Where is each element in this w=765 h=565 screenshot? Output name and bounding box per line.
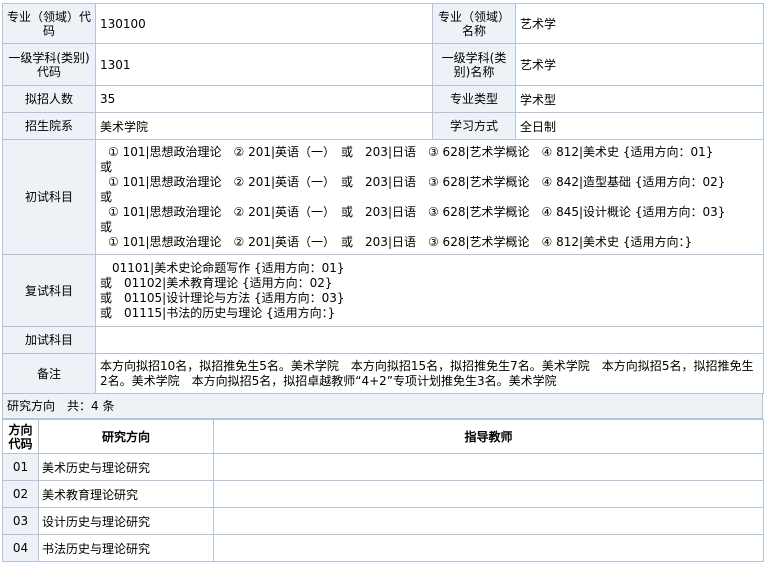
header-direction: 研究方向 xyxy=(38,419,214,454)
direction-advisor xyxy=(213,480,764,508)
direction-code: 04 xyxy=(2,534,39,562)
retest-option: 或 01102|美术教育理论 {适用方向：02} xyxy=(100,275,333,290)
initial-exam-subjects: ① 101|思想政治理论 ② 201|英语（一） 或 203|日语 ③ 628|… xyxy=(95,139,764,255)
direction-name: 书法历史与理论研究 xyxy=(38,534,214,562)
direction-advisor xyxy=(213,507,764,535)
major-info-table: 专业（领域）代码 130100 专业（领域）名称 艺术学 一级学科(类别)代码 … xyxy=(2,3,764,394)
enrollment-label: 拟招人数 xyxy=(2,85,96,113)
table-row: 03 设计历史与理论研究 xyxy=(2,507,764,535)
initial-exam-option: ① 101|思想政治理论 ② 201|英语（一） 或 203|日语 ③ 628|… xyxy=(108,234,693,249)
initial-exam-label: 初试科目 xyxy=(2,139,96,255)
major-code-label: 专业（领域）代码 xyxy=(2,3,96,44)
discipline-code-value: 1301 xyxy=(95,43,433,86)
table-row: 02 美术教育理论研究 xyxy=(2,480,764,508)
initial-exam-option: ① 101|思想政治理论 ② 201|英语（一） 或 203|日语 ③ 628|… xyxy=(108,174,726,189)
extra-exam-value xyxy=(95,326,764,354)
row-retest: 复试科目 01101|美术史论命题写作 {适用方向：01} 或 01102|美术… xyxy=(2,254,764,327)
type-label: 专业类型 xyxy=(432,85,516,113)
discipline-name-label: 一级学科(类别)名称 xyxy=(432,43,516,86)
research-direction-title: 研究方向 共：4 条 xyxy=(2,393,763,419)
direction-name: 设计历史与理论研究 xyxy=(38,507,214,535)
extra-exam-label: 加试科目 xyxy=(2,326,96,354)
initial-exam-option: ① 101|思想政治理论 ② 201|英语（一） 或 203|日语 ③ 628|… xyxy=(108,204,726,219)
mode-label: 学习方式 xyxy=(432,112,516,140)
direction-code: 01 xyxy=(2,453,39,481)
retest-subjects: 01101|美术史论命题写作 {适用方向：01} 或 01102|美术教育理论 … xyxy=(95,254,764,327)
row-extra: 加试科目 xyxy=(2,326,764,354)
or-separator: 或 xyxy=(100,219,113,234)
discipline-name-value: 艺术学 xyxy=(515,43,764,86)
direction-name: 美术教育理论研究 xyxy=(38,480,214,508)
initial-exam-option: ① 101|思想政治理论 ② 201|英语（一） 或 203|日语 ③ 628|… xyxy=(108,144,714,159)
research-header-row: 方向代码 研究方向 指导教师 xyxy=(2,419,764,454)
row-college: 招生院系 美术学院 学习方式 全日制 xyxy=(2,112,764,140)
table-row: 04 书法历史与理论研究 xyxy=(2,534,764,562)
row-remarks: 备注 本方向拟招10名，拟招推免生5名。美术学院 本方向拟招15名，拟招推免生7… xyxy=(2,353,764,394)
row-enrollment: 拟招人数 35 专业类型 学术型 xyxy=(2,85,764,113)
header-advisor: 指导教师 xyxy=(213,419,764,454)
direction-code: 02 xyxy=(2,480,39,508)
row-initial-exam: 初试科目 ① 101|思想政治理论 ② 201|英语（一） 或 203|日语 ③… xyxy=(2,139,764,255)
type-value: 学术型 xyxy=(515,85,764,113)
retest-label: 复试科目 xyxy=(2,254,96,327)
major-code-value: 130100 xyxy=(95,3,433,44)
or-separator: 或 xyxy=(100,189,113,204)
discipline-code-label: 一级学科(类别)代码 xyxy=(2,43,96,86)
mode-value: 全日制 xyxy=(515,112,764,140)
header-direction-code: 方向代码 xyxy=(2,419,39,454)
enrollment-value: 35 xyxy=(95,85,433,113)
college-value: 美术学院 xyxy=(95,112,433,140)
research-direction-table: 方向代码 研究方向 指导教师 01 美术历史与理论研究 02 美术教育理论研究 … xyxy=(2,419,764,562)
remarks-label: 备注 xyxy=(2,353,96,394)
or-separator: 或 xyxy=(100,159,113,174)
table-row: 01 美术历史与理论研究 xyxy=(2,453,764,481)
major-name-label: 专业（领域）名称 xyxy=(432,3,516,44)
direction-advisor xyxy=(213,453,764,481)
major-name-value: 艺术学 xyxy=(515,3,764,44)
retest-option: 01101|美术史论命题写作 {适用方向：01} xyxy=(100,260,345,275)
major-detail-page: 专业（领域）代码 130100 专业（领域）名称 艺术学 一级学科(类别)代码 … xyxy=(0,0,765,565)
row-major: 专业（领域）代码 130100 专业（领域）名称 艺术学 xyxy=(2,3,764,44)
retest-option: 或 01105|设计理论与方法 {适用方向：03} xyxy=(100,290,345,305)
row-discipline: 一级学科(类别)代码 1301 一级学科(类别)名称 艺术学 xyxy=(2,43,764,86)
retest-option: 或 01115|书法的历史与理论 {适用方向：} xyxy=(100,305,336,320)
college-label: 招生院系 xyxy=(2,112,96,140)
direction-name: 美术历史与理论研究 xyxy=(38,453,214,481)
remarks-text: 本方向拟招10名，拟招推免生5名。美术学院 本方向拟招15名，拟招推免生7名。美… xyxy=(95,353,764,394)
direction-code: 03 xyxy=(2,507,39,535)
direction-advisor xyxy=(213,534,764,562)
